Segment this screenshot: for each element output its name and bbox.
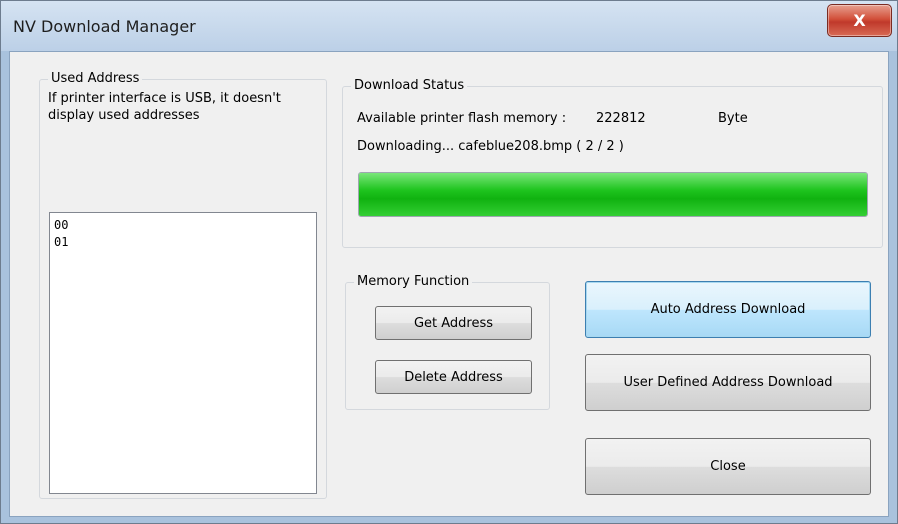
delete-address-button[interactable]: Delete Address — [375, 360, 532, 394]
download-status-label: Download Status — [351, 78, 468, 93]
dialog-body: Used Address If printer interface is USB… — [9, 51, 889, 517]
close-window-button[interactable]: X — [827, 4, 892, 37]
usb-note-text: If printer interface is USB, it doesn't … — [48, 91, 281, 123]
close-button[interactable]: Close — [585, 438, 871, 495]
list-item[interactable]: 00 — [54, 217, 312, 234]
user-defined-address-download-button[interactable]: User Defined Address Download — [585, 354, 871, 411]
flash-memory-value: 222812 — [596, 111, 646, 126]
download-status-group: Download Status Available printer flash … — [342, 78, 883, 248]
used-address-list[interactable]: 00 01 — [49, 212, 317, 494]
download-progress-bar — [358, 172, 868, 217]
list-item[interactable]: 01 — [54, 234, 312, 251]
flash-memory-unit: Byte — [718, 111, 748, 126]
download-progress-fill — [359, 173, 867, 216]
title-bar[interactable]: NV Download Manager X — [1, 1, 897, 51]
auto-address-download-button[interactable]: Auto Address Download — [585, 281, 871, 338]
used-address-group: Used Address If printer interface is USB… — [39, 71, 327, 499]
memory-function-label: Memory Function — [354, 274, 473, 289]
used-address-label: Used Address — [48, 71, 143, 86]
close-icon: X — [853, 11, 866, 30]
download-progress-text: Downloading... cafeblue208.bmp ( 2 / 2 ) — [357, 139, 624, 154]
flash-memory-label: Available printer flash memory : — [357, 111, 567, 126]
nv-download-manager-window: NV Download Manager X Used Address If pr… — [0, 0, 898, 524]
window-title: NV Download Manager — [13, 17, 196, 36]
memory-function-group: Memory Function Get Address Delete Addre… — [345, 274, 550, 410]
get-address-button[interactable]: Get Address — [375, 306, 532, 340]
